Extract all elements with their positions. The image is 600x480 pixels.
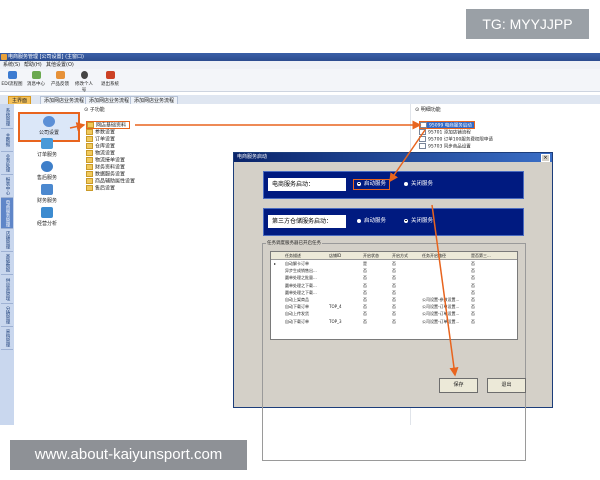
annotation-arrows [69,120,459,377]
arrow-radio-to-save [431,204,459,377]
arrow-detail-to-radio [389,129,426,183]
arrow-nav-to-tree [69,122,86,131]
